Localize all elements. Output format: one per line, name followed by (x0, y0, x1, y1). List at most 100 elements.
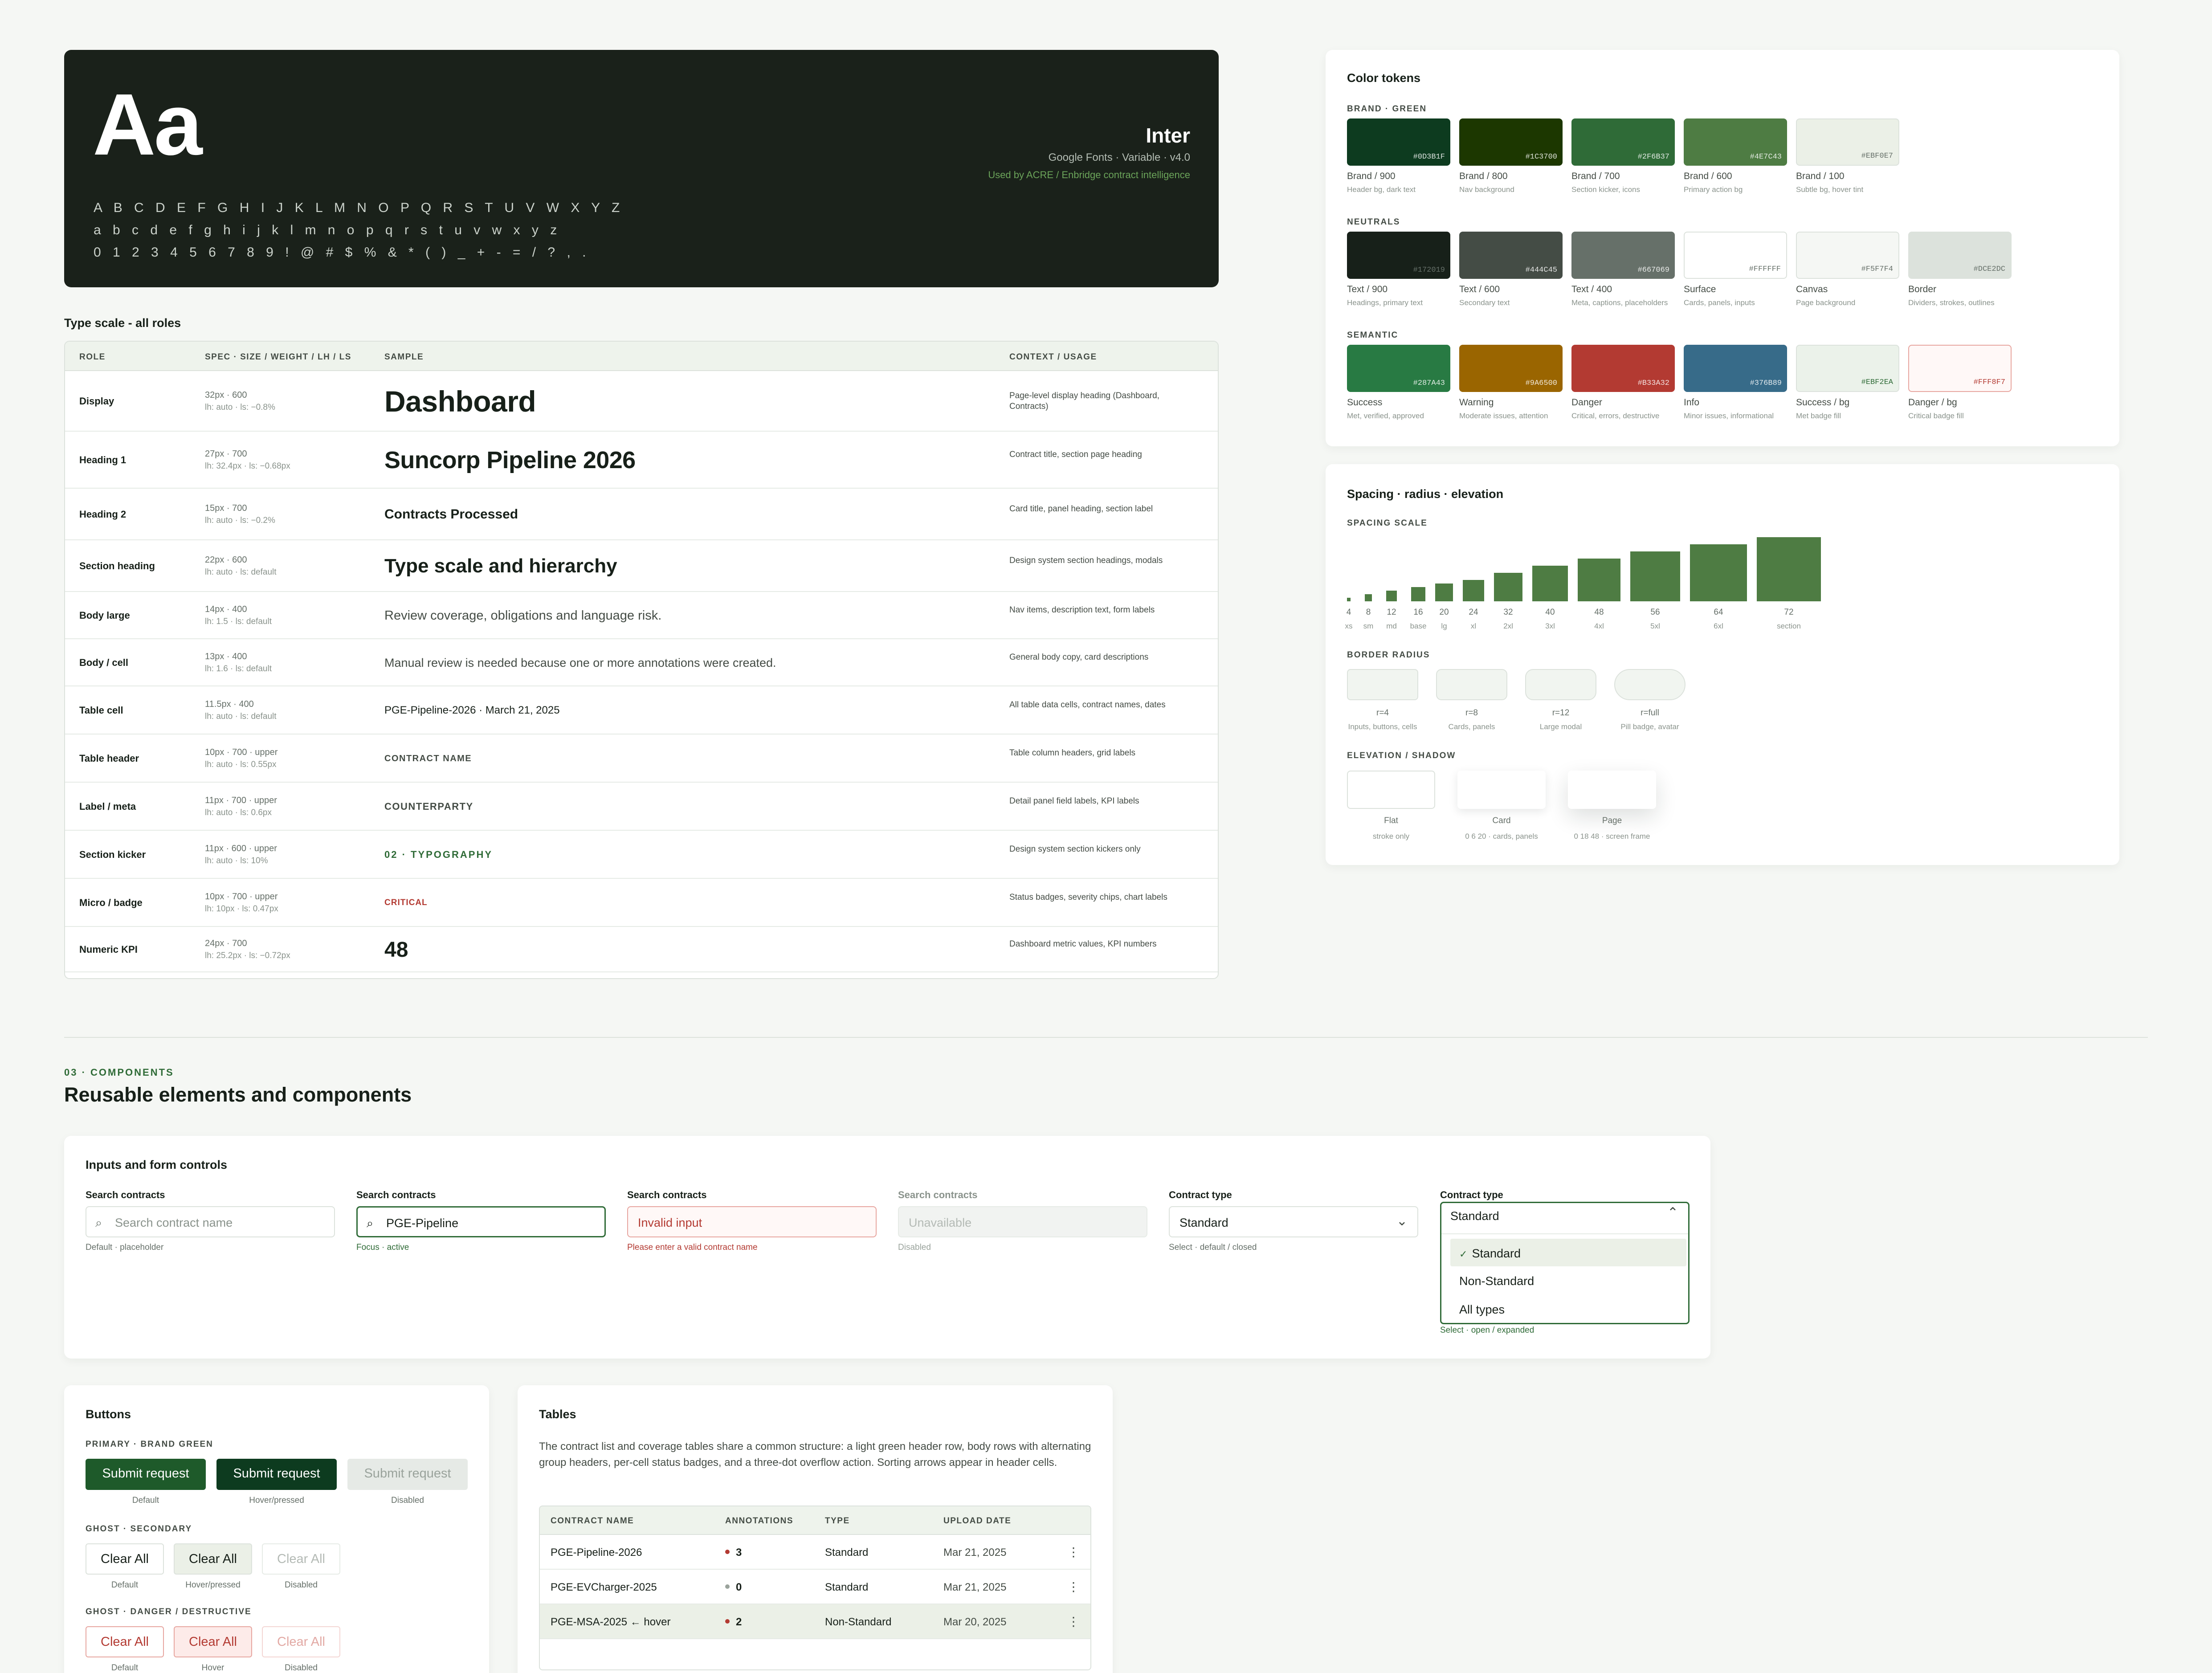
spec-text: 11.5px · 400 lh: auto · ls: default (205, 698, 277, 723)
table-row: Micro / badge 10px · 700 · upper lh: 10px … (65, 879, 1218, 927)
search-input-disabled: Unavailable (898, 1206, 1147, 1237)
type-scale-header: ROLE SPEC · SIZE / WEIGHT / LH / LS SAMP… (65, 342, 1218, 371)
ghost-button-hover[interactable]: Clear All (174, 1543, 252, 1575)
field-hint: Select · default / closed (1169, 1243, 1257, 1252)
more-options-icon[interactable]: ⋮ (1067, 1545, 1080, 1559)
field-label: Search contracts (627, 1189, 707, 1200)
spec-text: 24px · 700 lh: 25.2px · ls: −0.72px (205, 937, 290, 962)
contract-type-select[interactable]: Standard ⌄ (1169, 1206, 1418, 1237)
field-label: Contract type (1169, 1189, 1232, 1200)
dropdown-option-non-standard[interactable]: Non-Standard (1450, 1266, 1686, 1294)
color-group-kicker: BRAND · GREEN (1347, 104, 1427, 114)
primary-button-hover[interactable]: Submit request (216, 1459, 337, 1490)
uppercase-set: A B C D E F G H I J K L M N O P Q R S T … (94, 200, 624, 215)
role-label: Heading 1 (79, 454, 127, 465)
field-label: Search contracts (898, 1189, 978, 1200)
error-message: Please enter a valid contract name (627, 1243, 758, 1252)
select-value: Standard (1179, 1216, 1228, 1229)
table-row: Section heading 22px · 600 lh: auto · ls: … (65, 540, 1218, 592)
role-label: Heading 2 (79, 509, 127, 520)
header-role: ROLE (79, 352, 106, 362)
spacing-bar (1386, 591, 1397, 601)
hex-code: #4E7C43 (1750, 153, 1782, 161)
search-value: PGE-Pipeline (386, 1216, 459, 1230)
spec-secondary: lh: 10px · ls: 0.47px (205, 904, 278, 914)
option-label: All types (1459, 1303, 1505, 1316)
upload-date-cell: Mar 21, 2025 (943, 1581, 1007, 1593)
state-caption: Default (111, 1663, 139, 1673)
table-row[interactable]: PGE-EVCharger-2025 0 Standard Mar 21, 2025 ⋮ (540, 1570, 1090, 1604)
more-options-icon[interactable]: ⋮ (1067, 1579, 1080, 1594)
search-input-default[interactable]: ⌕ Search contract name (86, 1206, 335, 1237)
components-title: Reusable elements and components (64, 1083, 412, 1106)
danger-button-hover[interactable]: Clear All (174, 1626, 252, 1657)
swatch-description: Moderate issues, attention (1459, 412, 1548, 420)
section-divider (64, 1037, 2148, 1038)
type-sample: CRITICAL (384, 898, 428, 907)
contract-name-cell: PGE-Pipeline-2026 (551, 1547, 642, 1559)
column-header[interactable]: CONTRACT NAME (551, 1516, 634, 1526)
swatch-name: Brand / 900 (1347, 171, 1396, 181)
primary-button-disabled: Submit request (347, 1459, 468, 1490)
field-hint: Select · open / expanded (1440, 1326, 1535, 1335)
spec-text: 10px · 700 · upper lh: auto · ls: 0.55px (205, 746, 278, 771)
field-label: Contract type (1440, 1189, 1503, 1200)
hex-code: #444C45 (1525, 266, 1557, 274)
color-swatch: #287A43 (1347, 345, 1450, 392)
more-options-icon[interactable]: ⋮ (1067, 1614, 1080, 1629)
context-text: Design system section headings, modals (1009, 556, 1163, 565)
spec-primary: 10px · 700 · upper (205, 747, 278, 757)
header-context: CONTEXT / USAGE (1009, 352, 1097, 362)
radius-label: r=8 (1465, 708, 1478, 718)
table-row: Table cell 11.5px · 400 lh: auto · ls: def… (65, 686, 1218, 734)
column-header[interactable]: UPLOAD DATE (943, 1516, 1011, 1526)
swatch-name: Brand / 700 (1571, 171, 1620, 181)
type-sample: 02 · TYPOGRAPHY (384, 849, 493, 860)
color-swatch: #9A6500 (1459, 345, 1563, 392)
role-label: Display (79, 396, 114, 407)
elevation-sample (1347, 771, 1435, 809)
dropdown-option-all-types[interactable]: All types (1450, 1295, 1686, 1322)
swatch-description: Met, verified, approved (1347, 412, 1424, 420)
context-text: Table column headers, grid labels (1009, 748, 1136, 758)
chevron-up-icon: ⌃ (1667, 1205, 1678, 1220)
spec-secondary: lh: auto · ls: 0.55px (205, 760, 277, 769)
error-value: Invalid input (638, 1216, 702, 1229)
swatch-description: Secondary text (1459, 298, 1510, 307)
hex-code: #1C3700 (1525, 153, 1557, 161)
search-input-error[interactable]: Invalid input (627, 1206, 877, 1237)
check-icon: ✓ (1459, 1249, 1468, 1260)
search-input-focus[interactable]: ⌕ PGE-Pipeline (356, 1206, 606, 1237)
ghost-button-default[interactable]: Clear All (86, 1543, 164, 1575)
contract-type-select-open[interactable]: Standard ⌃ ✓ Standard Non-Standard All ty… (1440, 1202, 1690, 1324)
tables-panel: Tables The contract list and coverage ta… (518, 1385, 1113, 1673)
column-header[interactable]: TYPE (825, 1516, 850, 1526)
danger-button-default[interactable]: Clear All (86, 1626, 164, 1657)
type-cell: Standard (825, 1547, 869, 1559)
radius-sample (1347, 669, 1418, 700)
role-label: Table cell (79, 705, 123, 716)
column-header[interactable]: ANNOTATIONS (725, 1516, 793, 1526)
context-text: Dashboard metric values, KPI numbers (1009, 939, 1157, 949)
table-row[interactable]: PGE-Pipeline-2026 3 Standard Mar 21, 2025 ⋮ (540, 1535, 1090, 1570)
type-sample: 48 (384, 938, 408, 962)
spec-primary: 27px · 700 (205, 449, 247, 459)
table-row[interactable]: PGE-MSA-2025 ← hover 2 Non-Standard Mar 20,… (540, 1604, 1090, 1639)
table-row: Body large 14px · 400 lh: 1.5 · ls: defaul… (65, 592, 1218, 639)
color-swatch: #EBF0E7 (1796, 118, 1899, 166)
hex-code: #DCE2DC (1973, 265, 2005, 273)
annotations-count: 3 (736, 1547, 742, 1559)
disabled-value: Unavailable (909, 1216, 972, 1229)
spec-text: 15px · 700 lh: auto · ls: −0.2% (205, 502, 275, 527)
digits-set: 0 1 2 3 4 5 6 7 8 9 ! @ # $ % & * ( ) _ … (94, 245, 590, 260)
state-caption: Default (111, 1580, 139, 1590)
primary-button-default[interactable]: Submit request (86, 1459, 206, 1490)
dropdown-divider (1441, 1233, 1688, 1234)
dropdown-option-standard[interactable]: ✓ Standard (1450, 1239, 1686, 1266)
hex-code: #FFFFFF (1749, 265, 1781, 273)
search-icon: ⌕ (95, 1216, 102, 1229)
font-name: Inter (1146, 124, 1190, 147)
table-row: Body / cell 13px · 400 lh: 1.6 · ls: defau… (65, 639, 1218, 686)
role-label: Body large (79, 610, 130, 621)
font-meta: Google Fonts · Variable · v4.0 (1048, 151, 1190, 163)
